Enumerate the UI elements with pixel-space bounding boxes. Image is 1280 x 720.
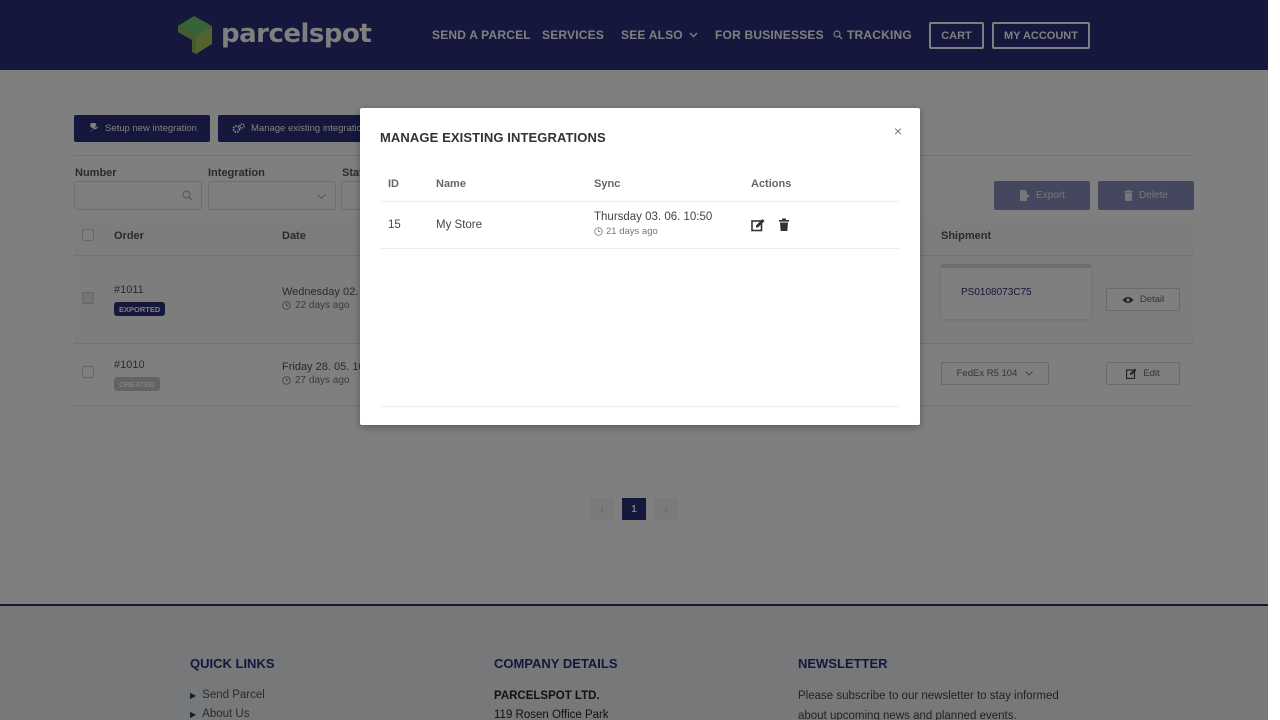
column-header-actions: Actions <box>751 178 792 190</box>
integration-sync-age-text: 21 days ago <box>606 226 658 237</box>
modal-title: MANAGE EXISTING INTEGRATIONS <box>380 130 606 145</box>
trash-icon[interactable] <box>777 218 791 232</box>
close-icon[interactable]: × <box>892 124 904 138</box>
divider <box>380 248 900 249</box>
integration-id: 15 <box>388 219 401 231</box>
divider <box>380 201 900 202</box>
column-header-id: ID <box>388 178 399 190</box>
clock-icon <box>594 227 603 236</box>
integration-name: My Store <box>436 219 483 231</box>
page-scrollbar[interactable] <box>1268 0 1280 720</box>
column-header-name: Name <box>436 178 466 190</box>
edit-icon[interactable] <box>751 218 765 232</box>
integration-sync-age: 21 days ago <box>594 226 658 237</box>
divider <box>380 406 900 407</box>
column-header-sync: Sync <box>594 178 621 190</box>
manage-integrations-modal: MANAGE EXISTING INTEGRATIONS × ID Name S… <box>360 108 920 425</box>
integration-sync-date: Thursday 03. 06. 10:50 <box>594 211 713 223</box>
